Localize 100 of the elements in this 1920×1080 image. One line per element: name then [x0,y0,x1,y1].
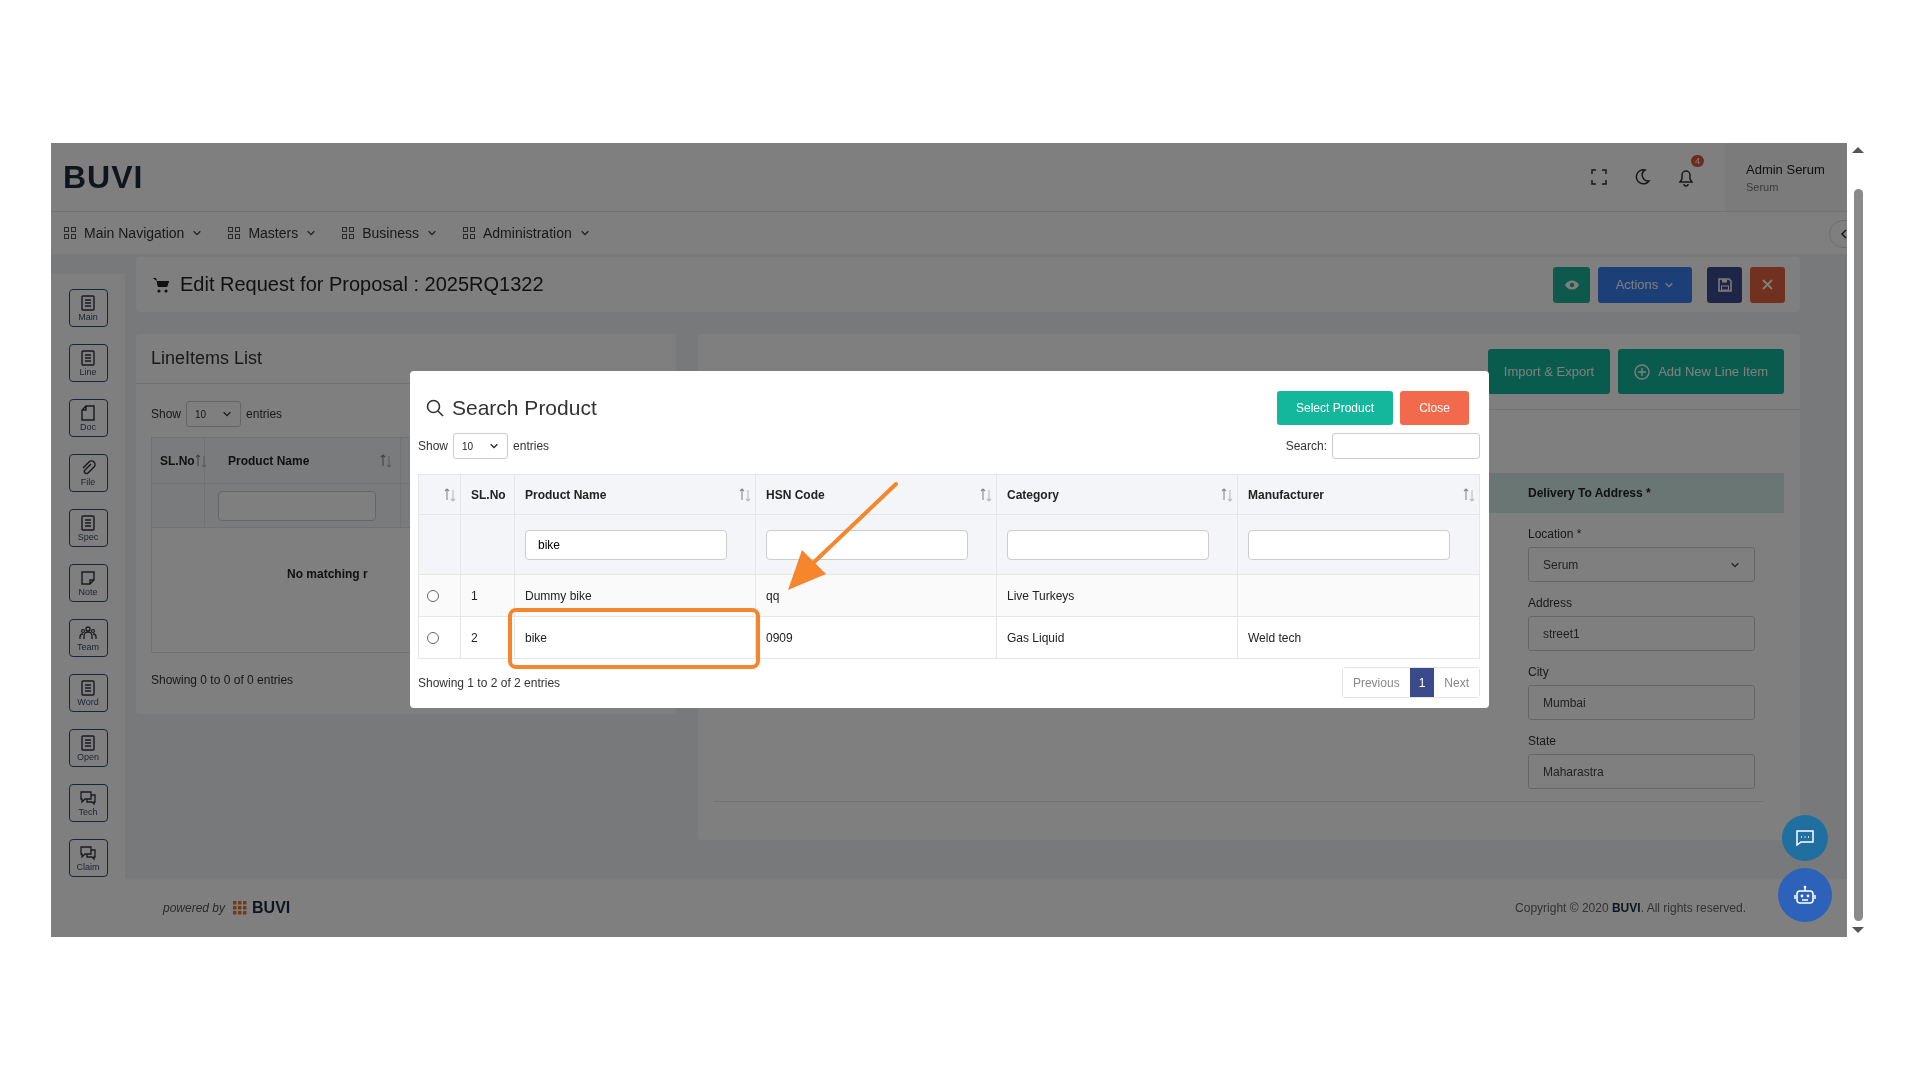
radio-button[interactable] [427,590,439,603]
close-icon [1762,279,1773,290]
save-button[interactable] [1707,266,1742,303]
sidebar-button[interactable]: File [68,454,108,492]
search-icon [426,399,444,417]
entries-label: entries [246,407,283,421]
fullscreen-icon[interactable] [1591,169,1607,185]
sidebar-button[interactable]: Word [68,674,108,712]
caret-icon [222,409,233,419]
dialog-title: Search Product [452,396,597,420]
filter-field[interactable]: bike [525,529,727,560]
filter-field[interactable] [1007,529,1209,560]
page-title: Edit Request for Proposal : 2025RQ1322 [180,273,544,296]
grid-icon [228,227,241,239]
actions-button[interactable]: Actions [1598,266,1692,303]
sidebar-button[interactable]: Claim [68,839,108,877]
filter-field[interactable] [218,491,376,521]
nav-menu-item[interactable]: Masters [228,225,317,241]
sidebar-button[interactable]: Spec [68,509,108,547]
cart-icon [152,275,170,294]
table-cell: Live Turkeys [996,574,1238,617]
note-icon [79,569,97,587]
user-role: Serum [1746,180,1780,193]
table-info: Showing 1 to 2 of 2 entries [418,675,561,690]
sidebar-button[interactable]: Open [68,729,108,767]
table-cell: Weld tech [1237,616,1480,659]
caret-icon [427,228,437,238]
logo: BUVI [63,158,144,196]
chat-bubbles-icon [79,789,97,807]
input-field[interactable]: street1 [1528,616,1755,651]
caret-icon [192,228,203,238]
entries-label: entries [513,439,550,453]
view-button[interactable] [1553,266,1590,303]
close-button[interactable]: Close [1400,391,1469,425]
chat-button[interactable] [1782,815,1828,861]
field-label: City [1528,665,1550,679]
powered-by-label: powered by [163,901,226,915]
page-icon [79,404,97,422]
field-label: Address [1528,596,1574,610]
table-cell: 1 [460,574,515,617]
column-header[interactable]: Category [996,474,1238,515]
column-header[interactable]: Product Name [205,438,401,483]
input-field[interactable]: Maharastra [1528,754,1755,789]
caret-icon [306,228,317,238]
sidebar-button[interactable]: Main [68,289,108,327]
add-line-item-button[interactable]: Add New Line Item [1618,349,1784,394]
sidebar-button[interactable]: Tech [68,784,108,822]
sidebar-button[interactable]: Line [68,344,108,382]
page-number-button[interactable]: 1 [1409,668,1435,697]
robot-icon [1794,885,1816,905]
document-icon [79,514,97,532]
people-icon [79,624,97,642]
chevron-left-icon [1840,229,1847,239]
search-field[interactable] [1332,433,1480,459]
select-product-button[interactable]: Select Product [1277,391,1393,425]
show-label: Show [151,407,182,421]
section-title: Delivery To Address * [1528,486,1652,500]
chat-bubbles-icon [79,844,97,862]
table-info: Showing 0 to 0 of 0 entries [151,673,294,687]
document-icon [79,294,97,312]
moon-icon[interactable] [1633,168,1651,186]
search-label: Search: [1285,439,1327,453]
empty-message: No matching r [287,567,368,581]
import-export-button[interactable]: Import & Export [1487,349,1611,394]
grid-icon [463,227,475,239]
bell-icon[interactable] [1677,167,1695,187]
table-cell: qq [755,574,997,617]
column-header[interactable]: Manufacturer [1237,474,1480,515]
sidebar-button[interactable]: Team [68,619,108,657]
document-icon [79,679,97,697]
document-icon [79,349,97,367]
page-size-select[interactable]: 10 [453,433,509,459]
message-icon [1796,830,1814,846]
caret-icon [489,441,500,451]
filter-field[interactable] [1248,529,1450,560]
assistant-button[interactable] [1778,868,1832,922]
document-icon [79,734,97,752]
column-header[interactable]: SL.No [152,438,205,483]
grid-icon [64,227,76,239]
field-label: State [1528,734,1558,748]
nav-menu-item[interactable]: Business [342,225,437,241]
column-header[interactable]: HSN Code [755,474,997,515]
input-field[interactable]: Mumbai [1528,685,1755,720]
sidebar-button[interactable]: Doc [68,399,108,437]
close-button[interactable] [1750,266,1785,303]
column-header[interactable]: SL.No [460,474,515,515]
location-select[interactable]: Serum [1528,547,1755,582]
grid-icon [342,227,355,239]
user-panel[interactable]: Admin Serum Serum [1725,143,1847,211]
page-size-select[interactable]: 10 [186,401,242,427]
eye-icon [1563,278,1580,291]
radio-button[interactable] [427,632,439,645]
nav-menu-item[interactable]: Administration [463,225,590,241]
user-name: Admin Serum [1746,161,1826,177]
sidebar-button[interactable]: Note [68,564,108,602]
column-header[interactable]: Product Name [514,474,756,515]
field-label: Location * [1528,527,1583,541]
filter-field[interactable] [766,529,968,560]
copyright-text: Copyright © 2020 BUVI. All rights reserved. [1515,901,1746,915]
nav-menu-item[interactable]: Main Navigation [64,225,203,241]
